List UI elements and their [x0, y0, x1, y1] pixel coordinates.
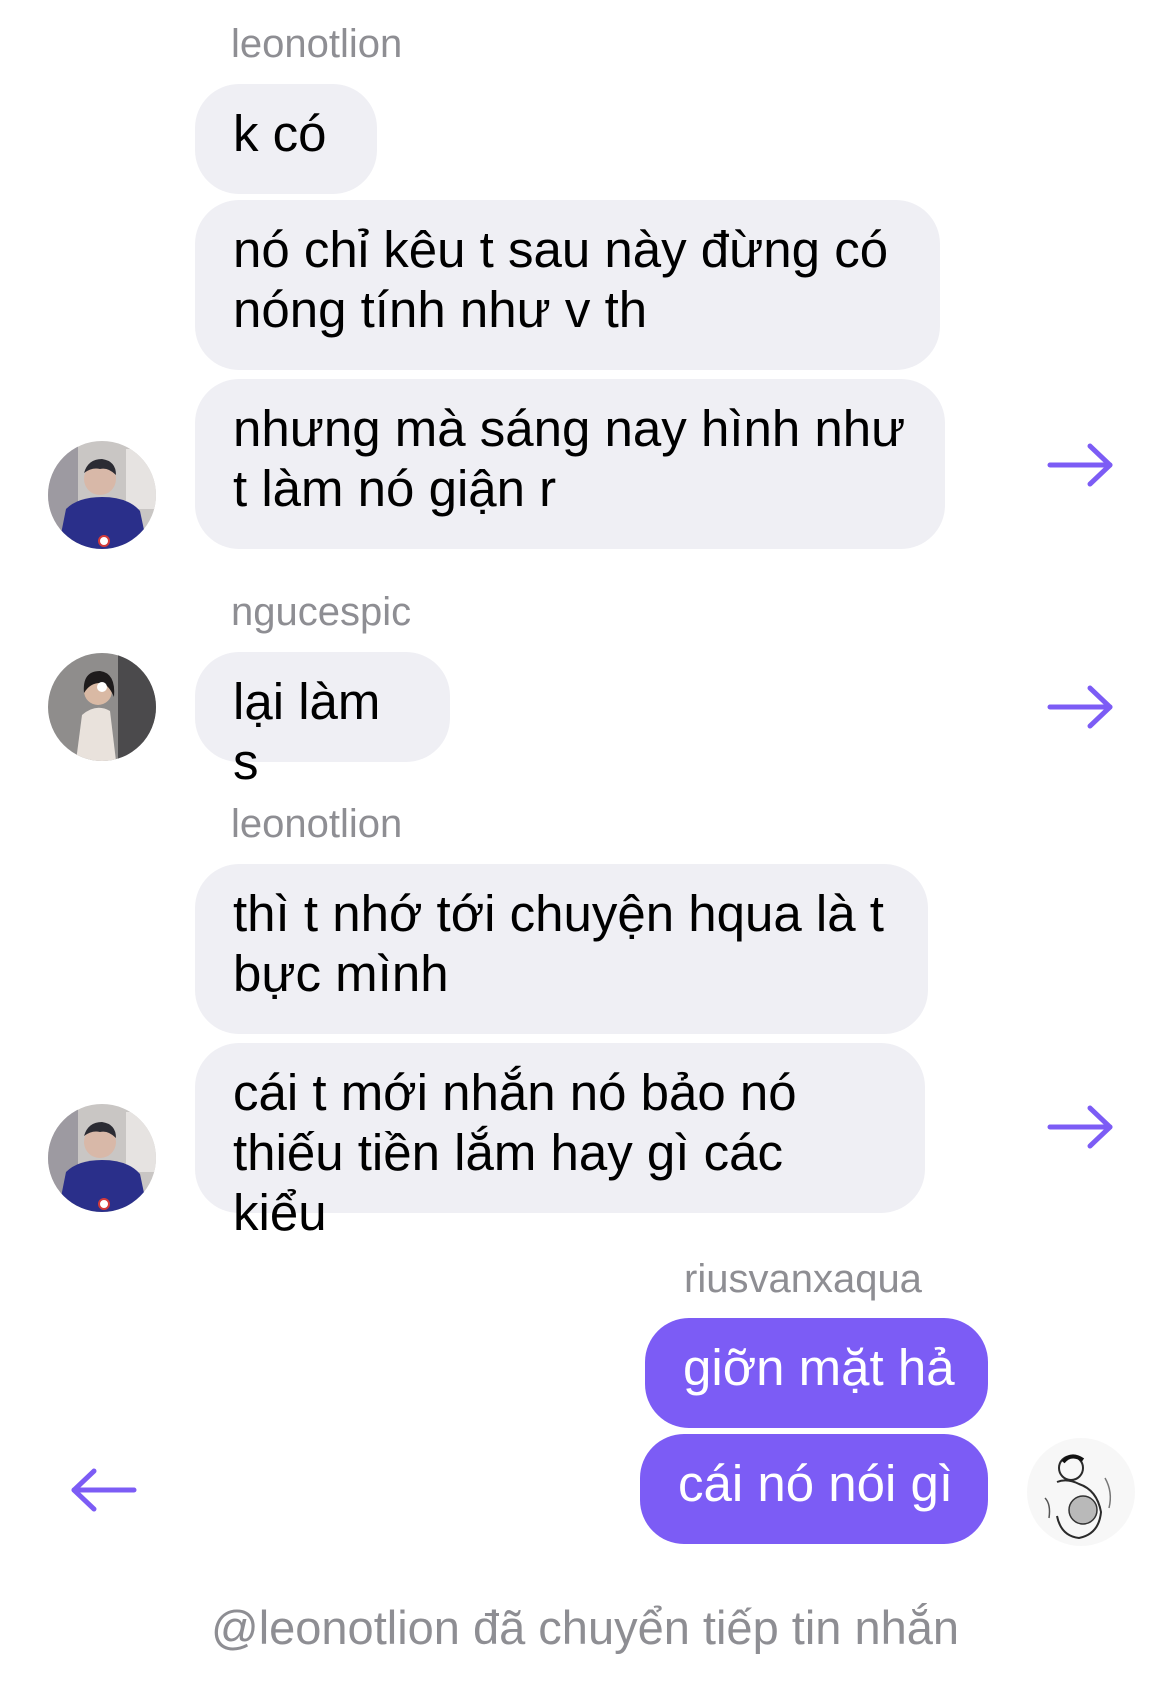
message-bubble-outgoing[interactable]: cái nó nói gì [640, 1434, 988, 1544]
arrow-right-icon[interactable] [1046, 1102, 1116, 1152]
message-bubble[interactable]: cái t mới nhắn nó bảo nó thiếu tiền lắm … [195, 1043, 925, 1241]
arrow-right-icon[interactable] [1046, 440, 1116, 490]
avatar-leonotlion[interactable] [48, 441, 156, 549]
avatar-riusvanxaqua[interactable] [1027, 1438, 1135, 1546]
sender-name-leonotlion: leonotlion [231, 22, 403, 66]
avatar-ngucespic[interactable] [48, 653, 156, 761]
forwarded-notice: @leonotlion đã chuyển tiếp tin nhắn [210, 1601, 960, 1654]
message-bubble-outgoing[interactable]: giỡn mặt hả [645, 1318, 988, 1428]
message-bubble[interactable]: thì t nhớ tới chuyện hqua là t bực mình [195, 864, 928, 1034]
arrow-left-icon[interactable] [68, 1465, 138, 1515]
avatar-leonotlion[interactable] [48, 1104, 156, 1212]
sender-name-ngucespic: ngucespic [231, 590, 412, 634]
sender-name-riusvanxaqua: riusvanxaqua [684, 1257, 922, 1301]
sender-name-leonotlion: leonotlion [231, 802, 403, 846]
message-bubble[interactable]: k có [195, 84, 377, 194]
message-bubble[interactable]: nhưng mà sáng nay hình như t làm nó giận… [195, 379, 945, 549]
message-bubble[interactable]: nó chỉ kêu t sau này đừng có nóng tính n… [195, 200, 940, 370]
message-bubble[interactable]: lại làm s [195, 652, 450, 790]
arrow-right-icon[interactable] [1046, 682, 1116, 732]
